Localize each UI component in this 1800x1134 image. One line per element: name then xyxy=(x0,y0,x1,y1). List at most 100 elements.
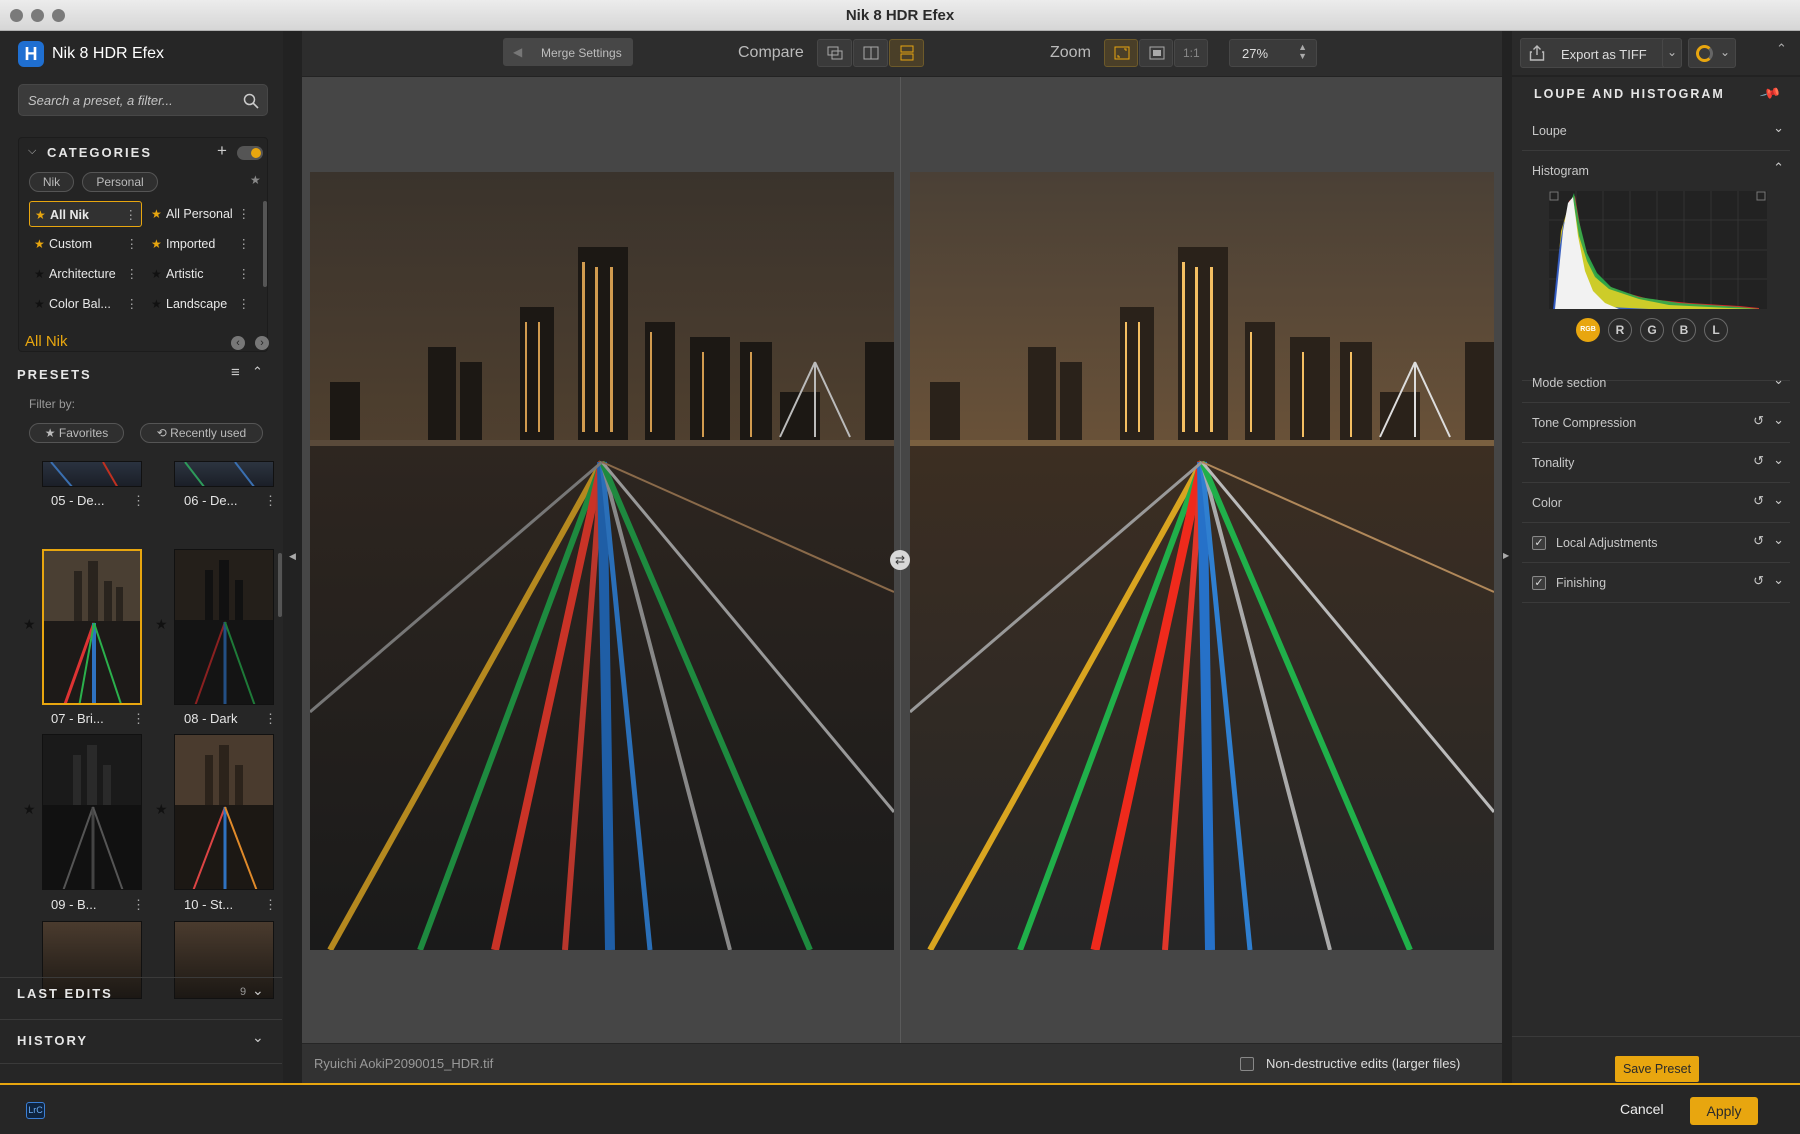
reset-icon[interactable]: ↺ xyxy=(1753,413,1764,429)
compare-split-button[interactable] xyxy=(853,39,888,67)
right-panel-collapse-strip[interactable]: ▶ xyxy=(1502,31,1512,1083)
channel-g-button[interactable]: G xyxy=(1640,318,1664,342)
merge-icon: ◀ xyxy=(513,45,523,59)
preset-more-icon[interactable]: ⋮ xyxy=(132,897,145,913)
list-view-icon[interactable]: ≡ xyxy=(231,364,240,381)
search-icon[interactable] xyxy=(243,93,259,109)
presets-scrollbar[interactable] xyxy=(278,553,282,617)
category-all-nik[interactable]: ★ All Nik ⋮ xyxy=(29,201,142,227)
more-options-icon[interactable]: ⋮ xyxy=(125,202,138,228)
preset-more-icon[interactable]: ⋮ xyxy=(132,493,145,509)
filter-pill-personal[interactable]: Personal xyxy=(82,172,158,192)
favorites-filter-button[interactable]: ★ Favorites xyxy=(29,423,124,443)
expand-history-chevron-icon[interactable]: ⌄ xyxy=(252,1029,264,1046)
preset-label: 07 - Bri... xyxy=(51,711,104,726)
zoom-fill-button[interactable] xyxy=(1139,39,1173,67)
export-button[interactable]: Export as TIFF xyxy=(1520,38,1680,68)
compare-side-by-side-button[interactable] xyxy=(889,39,924,67)
finishing-checkbox[interactable]: ✓ xyxy=(1532,576,1546,590)
favorite-star-icon[interactable]: ★ xyxy=(155,801,168,818)
reset-icon[interactable]: ↺ xyxy=(1753,493,1764,509)
favorite-star-icon[interactable]: ★ xyxy=(23,801,36,818)
fill-screen-icon xyxy=(1149,46,1165,60)
categories-toggle[interactable] xyxy=(237,146,263,160)
favorite-filter-star-icon[interactable]: ★ xyxy=(250,173,261,187)
category-landscape[interactable]: ★ Landscape ⋮ xyxy=(146,291,254,317)
more-options-icon[interactable]: ⋮ xyxy=(238,291,251,317)
preset-more-icon[interactable]: ⋮ xyxy=(264,897,277,913)
next-category-arrow-icon[interactable]: › xyxy=(255,336,269,350)
add-category-plus-icon[interactable]: + xyxy=(217,141,227,161)
finishing-section[interactable]: ✓ Finishing ↺ ⌄ xyxy=(1522,563,1790,603)
apply-button[interactable]: Apply xyxy=(1690,1097,1758,1125)
swap-view-icon[interactable]: ⇄ xyxy=(890,550,910,570)
favorite-star-icon[interactable]: ★ xyxy=(23,616,36,633)
previous-category-arrow-icon[interactable]: ‹ xyxy=(231,336,245,350)
categories-scrollbar[interactable] xyxy=(263,201,267,287)
more-options-icon[interactable]: ⋮ xyxy=(238,261,251,287)
collapse-panel-icon[interactable]: ⌃ xyxy=(1776,41,1787,57)
history-title: HISTORY xyxy=(17,1033,89,1048)
reset-icon[interactable]: ↺ xyxy=(1753,533,1764,549)
reset-icon[interactable]: ↺ xyxy=(1753,573,1764,589)
preset-thumbnail-06[interactable] xyxy=(174,461,274,487)
export-options-dropdown[interactable]: ⌄ xyxy=(1662,38,1682,68)
color-section[interactable]: Color ↺ ⌄ xyxy=(1522,483,1790,523)
app-name: Nik 8 HDR Efex xyxy=(52,45,165,62)
local-adjustments-checkbox[interactable]: ✓ xyxy=(1532,536,1546,550)
local-adjustments-section[interactable]: ✓ Local Adjustments ↺ ⌄ xyxy=(1522,523,1790,563)
nondestructive-checkbox[interactable] xyxy=(1240,1057,1254,1071)
channel-l-button[interactable]: L xyxy=(1704,318,1728,342)
category-custom[interactable]: ★ Custom ⋮ xyxy=(29,231,142,257)
collapse-categories-chevron-icon[interactable]: ⌵ xyxy=(28,145,36,158)
sync-settings-button[interactable]: ⌄ xyxy=(1688,38,1736,68)
compare-overlay-button[interactable] xyxy=(817,39,852,67)
filter-pill-nik[interactable]: Nik xyxy=(29,172,74,192)
preset-more-icon[interactable]: ⋮ xyxy=(264,711,277,727)
tone-compression-section[interactable]: Tone Compression ↺ ⌄ xyxy=(1522,403,1790,443)
chevron-up-icon[interactable]: ⌃ xyxy=(1773,160,1784,176)
preset-thumbnail-05[interactable] xyxy=(42,461,142,487)
more-options-icon[interactable]: ⋮ xyxy=(238,201,251,227)
channel-b-button[interactable]: B xyxy=(1672,318,1696,342)
category-imported[interactable]: ★ Imported ⋮ xyxy=(146,231,254,257)
save-preset-button[interactable]: Save Preset xyxy=(1615,1056,1699,1082)
recently-used-filter-button[interactable]: ⟲ Recently used xyxy=(140,423,263,443)
loupe-section[interactable]: Loupe ⌄ xyxy=(1522,111,1790,151)
channel-rgb-button[interactable]: RGB xyxy=(1576,318,1600,342)
collapse-presets-chevron-icon[interactable]: ⌃ xyxy=(252,364,263,380)
preset-thumbnail-10[interactable] xyxy=(174,734,274,890)
merge-settings-button[interactable]: ◀ Merge Settings xyxy=(503,38,633,66)
pin-icon[interactable]: 📌 xyxy=(1759,82,1782,105)
chevron-down-icon: ⌄ xyxy=(1773,372,1784,387)
more-options-icon[interactable]: ⋮ xyxy=(126,291,139,317)
preset-thumbnail-07[interactable] xyxy=(42,549,142,705)
reset-icon[interactable]: ↺ xyxy=(1753,453,1764,469)
category-color-balance[interactable]: ★ Color Bal... ⋮ xyxy=(29,291,142,317)
zoom-level-select[interactable]: 27% ▲ ▼ xyxy=(1229,39,1317,67)
mode-section[interactable]: Mode section ⌄ xyxy=(1522,363,1790,403)
expand-last-edits-chevron-icon[interactable]: ⌄ xyxy=(252,982,264,999)
more-options-icon[interactable]: ⋮ xyxy=(126,261,139,287)
stepper-arrows-icon[interactable]: ▲ ▼ xyxy=(1298,43,1307,61)
preset-more-icon[interactable]: ⋮ xyxy=(132,711,145,727)
preset-more-icon[interactable]: ⋮ xyxy=(264,493,277,509)
more-options-icon[interactable]: ⋮ xyxy=(126,231,139,257)
star-icon: ★ xyxy=(151,207,162,221)
left-panel-collapse-strip[interactable]: ◀ xyxy=(283,31,302,1083)
tonality-section[interactable]: Tonality ↺ ⌄ xyxy=(1522,443,1790,483)
star-icon: ★ xyxy=(151,267,162,281)
preset-thumbnail-09[interactable] xyxy=(42,734,142,890)
last-edits-title: LAST EDITS xyxy=(17,986,113,1001)
zoom-fit-button[interactable] xyxy=(1104,39,1138,67)
more-options-icon[interactable]: ⋮ xyxy=(238,231,251,257)
category-architecture[interactable]: ★ Architecture ⋮ xyxy=(29,261,142,287)
category-all-personal[interactable]: ★ All Personal ⋮ xyxy=(146,201,254,227)
zoom-one-to-one-button[interactable]: 1:1 xyxy=(1174,39,1208,67)
favorite-star-icon[interactable]: ★ xyxy=(155,616,168,633)
preset-thumbnail-08[interactable] xyxy=(174,549,274,705)
category-artistic[interactable]: ★ Artistic ⋮ xyxy=(146,261,254,287)
channel-r-button[interactable]: R xyxy=(1608,318,1632,342)
search-input[interactable]: Search a preset, a filter... xyxy=(18,84,268,116)
cancel-button[interactable]: Cancel xyxy=(1598,1085,1686,1134)
